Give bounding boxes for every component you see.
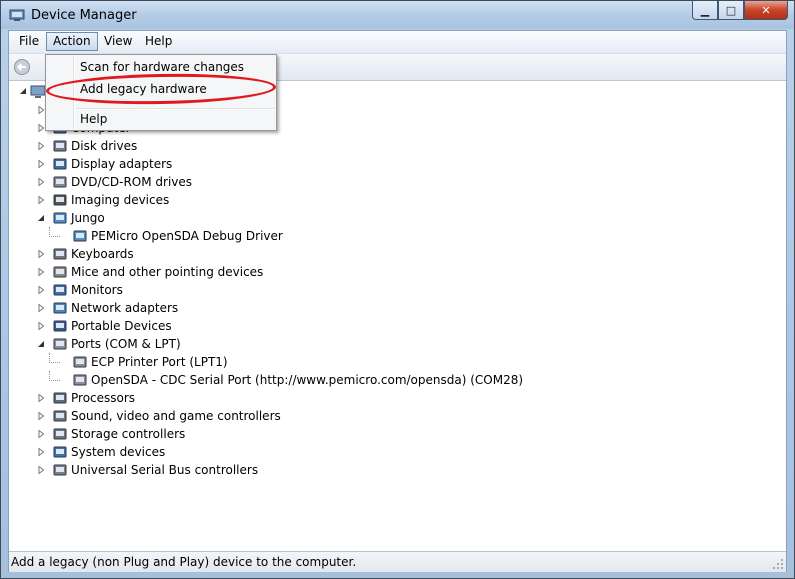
expand-arrow-icon[interactable] <box>37 430 45 438</box>
resize-grip-icon[interactable] <box>772 558 784 570</box>
device-tree: Bluetooth RadiosComputerDisk drivesDispl… <box>9 81 786 551</box>
expand-arrow-icon[interactable] <box>37 448 45 456</box>
tree-device-row[interactable]: PEMicro OpenSDA Debug Driver <box>49 227 657 245</box>
tree-category-row[interactable]: Mice and other pointing devices <box>37 263 637 281</box>
processor-icon <box>53 392 67 404</box>
storage-controller-icon <box>53 428 67 440</box>
collapse-arrow-icon[interactable] <box>37 340 45 348</box>
tree-category-row[interactable]: Monitors <box>37 281 637 299</box>
menu-view[interactable]: View <box>98 33 138 50</box>
expand-arrow-icon[interactable] <box>37 304 45 312</box>
computer-root-icon <box>30 85 46 98</box>
port-icon <box>73 374 87 386</box>
tree-category-row[interactable]: Portable Devices <box>37 317 637 335</box>
tree-category-row[interactable]: Disk drives <box>37 137 637 155</box>
tree-device-row[interactable]: OpenSDA - CDC Serial Port (http://www.pe… <box>49 371 657 389</box>
tree-category-row[interactable]: Imaging devices <box>37 191 637 209</box>
tree-connector-line <box>49 353 60 363</box>
network-device-icon <box>53 212 67 224</box>
port-icon <box>53 338 67 350</box>
tree-item-label: Imaging devices <box>71 193 170 207</box>
tree-category-row[interactable]: System devices <box>37 443 637 461</box>
tree-category-row[interactable]: DVD/CD-ROM drives <box>37 173 637 191</box>
tree-category-row[interactable]: Universal Serial Bus controllers <box>37 461 637 479</box>
maximize-button[interactable]: □ <box>718 1 744 20</box>
menu-action[interactable]: Action <box>46 32 98 51</box>
menu-item-help[interactable]: Help <box>80 109 107 129</box>
camera-icon <box>53 194 67 206</box>
status-text: Add a legacy (non Plug and Play) device … <box>11 555 357 569</box>
portable-device-icon <box>53 320 67 332</box>
tree-item-label: OpenSDA - CDC Serial Port (http://www.pe… <box>91 373 524 387</box>
menu-bar: File Action View Help <box>9 31 786 54</box>
tree-category-row[interactable]: Ports (COM & LPT) <box>37 335 637 353</box>
tree-category-row[interactable]: Sound, video and game controllers <box>37 407 637 425</box>
network-device-icon <box>73 230 87 242</box>
expand-arrow-icon[interactable] <box>37 160 45 168</box>
back-arrow-icon[interactable] <box>13 58 31 76</box>
dvd-drive-icon <box>53 176 67 188</box>
usb-icon <box>53 464 67 476</box>
expand-arrow-icon[interactable] <box>37 466 45 474</box>
window-title: Device Manager <box>31 8 137 23</box>
monitor-icon <box>53 284 67 296</box>
tree-category-row[interactable]: Display adapters <box>37 155 637 173</box>
expand-arrow-icon[interactable] <box>37 268 45 276</box>
tree-category-row[interactable]: Processors <box>37 389 637 407</box>
display-adapter-icon <box>53 158 67 170</box>
expand-arrow-icon[interactable] <box>37 322 45 330</box>
menu-help[interactable]: Help <box>139 33 178 50</box>
network-adapter-icon <box>53 302 67 314</box>
expand-arrow-icon[interactable] <box>37 412 45 420</box>
expand-arrow-icon[interactable] <box>37 106 45 114</box>
tree-item-label: Processors <box>71 391 136 405</box>
close-button[interactable]: ✕ <box>744 1 788 20</box>
system-device-icon <box>53 446 67 458</box>
expand-arrow-icon[interactable] <box>37 124 45 132</box>
tree-category-row[interactable]: Storage controllers <box>37 425 637 443</box>
collapse-arrow-icon[interactable] <box>19 87 27 95</box>
tree-item-label: Ports (COM & LPT) <box>71 337 181 351</box>
device-manager-icon <box>9 9 25 21</box>
tree-item-label: Mice and other pointing devices <box>71 265 264 279</box>
tree-item-label: Storage controllers <box>71 427 186 441</box>
tree-category-row[interactable]: Network adapters <box>37 299 637 317</box>
tree-item-label: ECP Printer Port (LPT1) <box>91 355 228 369</box>
mouse-icon <box>53 266 67 278</box>
disk-drive-icon <box>53 140 67 152</box>
minimize-button[interactable]: ▁ <box>692 1 718 20</box>
tree-item-label: Keyboards <box>71 247 134 261</box>
tree-item-label: Portable Devices <box>71 319 172 333</box>
port-icon <box>73 356 87 368</box>
tree-item-label: Sound, video and game controllers <box>71 409 281 423</box>
tree-item-label: Universal Serial Bus controllers <box>71 463 259 477</box>
tree-item-label: PEMicro OpenSDA Debug Driver <box>91 229 283 243</box>
tree-item-label: Display adapters <box>71 157 173 171</box>
tree-item-label: System devices <box>71 445 166 459</box>
tree-category-row[interactable]: Jungo <box>37 209 637 227</box>
tree-device-row[interactable]: ECP Printer Port (LPT1) <box>49 353 657 371</box>
collapse-arrow-icon[interactable] <box>37 214 45 222</box>
expand-arrow-icon[interactable] <box>37 196 45 204</box>
expand-arrow-icon[interactable] <box>37 250 45 258</box>
tree-item-label: Disk drives <box>71 139 138 153</box>
expand-arrow-icon[interactable] <box>37 394 45 402</box>
tree-connector-line <box>49 227 60 237</box>
keyboard-icon <box>53 248 67 260</box>
tree-item-label: Monitors <box>71 283 123 297</box>
tree-connector-line <box>49 371 60 381</box>
tree-category-row[interactable]: Keyboards <box>37 245 637 263</box>
title-bar[interactable]: Device Manager ▁ □ ✕ <box>1 1 794 29</box>
tree-item-label: Jungo <box>71 211 105 225</box>
expand-arrow-icon[interactable] <box>37 142 45 150</box>
status-bar: Add a legacy (non Plug and Play) device … <box>9 551 786 572</box>
tree-item-label: DVD/CD-ROM drives <box>71 175 193 189</box>
tree-item-label: Network adapters <box>71 301 179 315</box>
expand-arrow-icon[interactable] <box>37 178 45 186</box>
menu-file[interactable]: File <box>13 33 45 50</box>
speaker-icon <box>53 410 67 422</box>
device-manager-window: Device Manager ▁ □ ✕ File Action View He… <box>0 0 795 579</box>
expand-arrow-icon[interactable] <box>37 286 45 294</box>
